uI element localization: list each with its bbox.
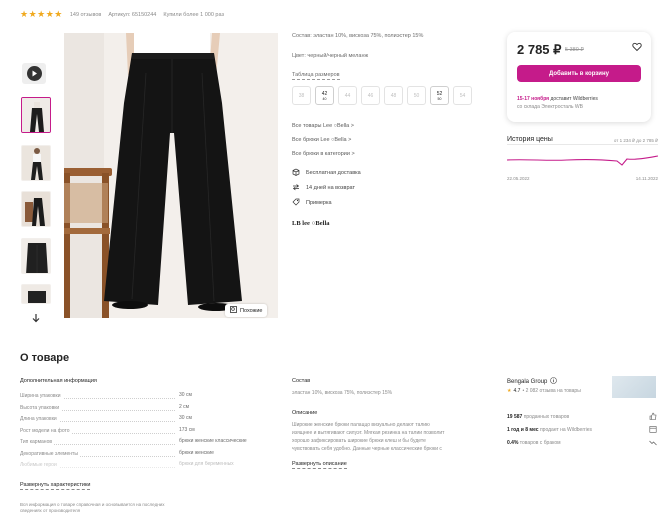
all-brand-items-link[interactable]: Все товары Lee ○Bella >	[292, 123, 354, 129]
spec-label: Декоративные элементы	[20, 450, 80, 457]
divider	[507, 144, 658, 145]
price-card: 2 785 ₽ 5 380 ₽ Добавить в корзину 15-17…	[507, 32, 651, 122]
product-meta-row: ★★★★★ 149 отзывов Артикул: 65150244 Купи…	[20, 9, 224, 20]
main-product-photo[interactable]	[64, 33, 278, 318]
info-icon[interactable]	[550, 377, 558, 386]
disclaimer: Вся информация о товаре справочная и осн…	[20, 502, 165, 513]
seller-name[interactable]: Bengala Group	[507, 377, 558, 386]
spec-row: Длина упаковки 30 см	[20, 415, 265, 422]
size-option-44[interactable]: 44	[338, 86, 357, 105]
old-price: 5 380 ₽	[565, 47, 584, 53]
feature-return: 14 дней на возврат	[292, 183, 355, 193]
spec-value: брюки женские	[179, 449, 214, 456]
seller-stat-age: 1 год и 8 мес продает на Wildberries	[507, 427, 593, 433]
reviews-link[interactable]: 149 отзывов	[70, 12, 101, 18]
warehouse-text: со склада Электросталь WB	[517, 104, 583, 110]
composition-title: Состав	[292, 378, 311, 384]
size-option-38[interactable]: 38	[292, 86, 311, 105]
spec-row: Декоративные элементы брюки женские	[20, 450, 265, 457]
spec-label: Ширина упаковки	[20, 393, 63, 399]
similar-label: Похожие	[240, 307, 263, 314]
size-option-50[interactable]: 50	[407, 86, 426, 105]
spec-value: 2 см	[179, 403, 190, 410]
spec-value: брюки женские классические	[179, 438, 247, 444]
price-history-start-date: 22.05.2022	[507, 176, 530, 181]
thumbs-up-icon	[649, 412, 657, 420]
arrow-down-icon[interactable]	[31, 313, 41, 323]
feature-free-delivery: Бесплатная доставка	[292, 168, 361, 178]
seller-rating: ★ 4.7 • 2 082 отзыва на товары	[507, 388, 581, 394]
return-arrows-icon	[292, 183, 300, 193]
current-price: 2 785 ₽	[517, 42, 562, 57]
gallery-thumbnail[interactable]	[21, 284, 51, 304]
calendar-icon	[649, 425, 657, 433]
article-number: Артикул: 65150244	[108, 11, 157, 18]
gallery-thumbnail[interactable]	[21, 238, 51, 274]
spec-row: Тип карманов брюки женские классические	[20, 438, 265, 445]
size-option-54[interactable]: 54	[453, 86, 472, 105]
seller-stat-sold: 19 587 проданных товаров	[507, 414, 570, 420]
heart-icon[interactable]	[632, 42, 642, 52]
spec-label: Длина упаковки	[20, 416, 59, 422]
spec-value: 173 см	[179, 426, 195, 433]
delivery-text: доставит Wildberries	[550, 96, 598, 102]
spec-row: Высота упаковки 2 см	[20, 404, 265, 411]
price-history-title: История цены	[507, 136, 553, 143]
about-title: О товаре	[20, 352, 70, 364]
spec-value: 30 см	[179, 392, 192, 398]
play-icon	[26, 66, 42, 81]
spec-value: брюки для беременных	[179, 461, 234, 467]
spec-row: Любимые герои брюки для беременных	[20, 461, 265, 468]
color-line: Цвет: черный/черный меланж	[292, 53, 369, 59]
expand-specs-link[interactable]: Развернуть характеристики	[20, 482, 91, 490]
description-title: Описание	[292, 410, 318, 416]
category-trousers-link[interactable]: Все брюки в категории >	[292, 151, 355, 157]
brand-logo[interactable]: LB lee ○Bella	[292, 220, 330, 227]
size-option-52[interactable]: 52 50	[430, 86, 449, 105]
gallery-thumbnail[interactable]	[21, 97, 51, 133]
delivery-info: 15-17 ноября доставит Wildberries со скл…	[517, 95, 598, 111]
seller-stat-defects: 0.4% товаров с браком	[507, 440, 561, 446]
spec-label: Любимые герои	[20, 462, 59, 468]
delivery-date: 15-17 ноября	[517, 96, 550, 102]
spec-label: Рост модели на фото	[20, 427, 72, 434]
similar-icon	[230, 306, 237, 315]
composition-short: Состав: эластан 10%, вискоза 75%, полиэс…	[292, 33, 424, 39]
expand-description-link[interactable]: Развернуть описание	[292, 461, 347, 469]
description-text: Широкие женские брюки палаццо визуально …	[292, 422, 445, 452]
price-history-chart[interactable]	[506, 150, 658, 172]
feature-fitting: Примерка	[292, 198, 332, 208]
add-to-cart-button[interactable]: Добавить в корзину	[517, 65, 641, 82]
box-icon	[292, 168, 300, 178]
additional-info-title: Дополнительная информация	[20, 378, 97, 384]
gallery-thumbnail[interactable]	[21, 145, 51, 181]
star-icon: ★	[507, 388, 512, 394]
seller-banner-image[interactable]	[612, 376, 656, 398]
spec-value: 30 см	[179, 415, 192, 421]
size-option-46[interactable]: 46	[361, 86, 380, 105]
gallery-thumbnail[interactable]	[21, 191, 51, 227]
bought-count: Купили более 1 000 раз	[163, 11, 224, 18]
spec-row: Рост модели на фото 173 см	[20, 427, 265, 434]
size-selector: 38 42 40 44 46 48 50 52 50 54	[292, 86, 472, 105]
trend-icon	[649, 438, 657, 446]
rating-stars[interactable]: ★★★★★	[20, 9, 63, 20]
spec-row: Ширина упаковки 30 см	[20, 392, 265, 399]
price-history-end-date: 14.11.2022	[635, 176, 658, 181]
spec-label: Высота упаковки	[20, 404, 62, 411]
spec-label: Тип карманов	[20, 439, 54, 445]
size-option-48[interactable]: 48	[384, 86, 403, 105]
brand-trousers-link[interactable]: Все брюки Lee ○Bella >	[292, 137, 351, 143]
tag-icon	[292, 198, 300, 208]
size-option-42[interactable]: 42 40	[315, 86, 334, 105]
size-table-link[interactable]: Таблица размеров	[292, 72, 340, 80]
similar-button[interactable]: Похожие	[225, 304, 268, 317]
video-thumbnail[interactable]	[22, 63, 46, 84]
composition-value: эластан 10%, вискоза 75%, полиэстер 15%	[292, 390, 393, 396]
